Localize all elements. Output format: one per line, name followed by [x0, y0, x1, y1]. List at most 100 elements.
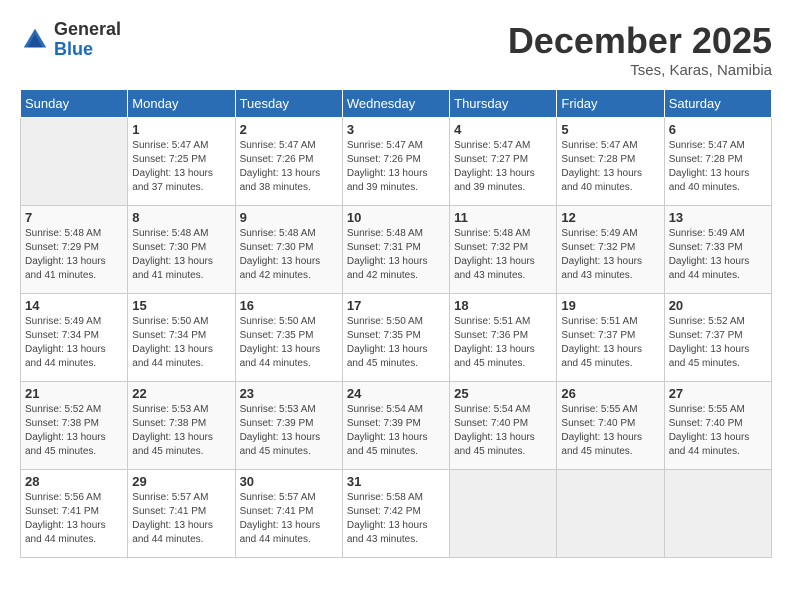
day-number: 3: [347, 122, 445, 137]
day-number: 9: [240, 210, 338, 225]
day-number: 25: [454, 386, 552, 401]
calendar-cell: 28 Sunrise: 5:56 AMSunset: 7:41 PMDayligh…: [21, 470, 128, 558]
day-info: Sunrise: 5:55 AMSunset: 7:40 PMDaylight:…: [669, 403, 767, 459]
day-info: Sunrise: 5:52 AMSunset: 7:38 PMDaylight:…: [25, 403, 123, 459]
day-number: 21: [25, 386, 123, 401]
day-info: Sunrise: 5:47 AMSunset: 7:28 PMDaylight:…: [669, 139, 767, 195]
calendar-cell: 26Sunrise: 5:55 AMSunset: 7:40 PMDayligh…: [557, 382, 664, 470]
day-info: Sunrise: 5:48 AMSunset: 7:29 PMDaylight:…: [25, 227, 123, 283]
day-info: Sunrise: 5:49 AMSunset: 7:34 PMDaylight:…: [25, 315, 123, 371]
day-number: 17: [347, 298, 445, 313]
calendar-cell: 10 Sunrise: 5:48 AMSunset: 7:31 PMDayligh…: [342, 206, 449, 294]
day-number: 28: [25, 474, 123, 489]
calendar-cell: 4Sunrise: 5:47 AMSunset: 7:27 PMDaylight…: [450, 118, 557, 206]
day-number: 10: [347, 210, 445, 225]
day-info: Sunrise: 5:57 AMSunset: 7:41 PMDaylight:…: [132, 491, 230, 547]
calendar-cell: [21, 118, 128, 206]
day-number: 23: [240, 386, 338, 401]
calendar-cell: 16Sunrise: 5:50 AMSunset: 7:35 PMDayligh…: [235, 294, 342, 382]
day-number: 19: [561, 298, 659, 313]
logo-blue: Blue: [54, 40, 121, 60]
day-number: 29: [132, 474, 230, 489]
logo-icon: [20, 25, 50, 55]
calendar-cell: 8Sunrise: 5:48 AMSunset: 7:30 PMDaylight…: [128, 206, 235, 294]
day-number: 18: [454, 298, 552, 313]
calendar-day-header: Thursday: [450, 90, 557, 118]
calendar-cell: 20 Sunrise: 5:52 AMSunset: 7:37 PMDayligh…: [664, 294, 771, 382]
calendar-cell: [557, 470, 664, 558]
calendar-cell: 19 Sunrise: 5:51 AMSunset: 7:37 PMDayligh…: [557, 294, 664, 382]
day-info: Sunrise: 5:56 AMSunset: 7:41 PMDaylight:…: [25, 491, 123, 547]
calendar-table: SundayMondayTuesdayWednesdayThursdayFrid…: [20, 89, 772, 558]
day-info: Sunrise: 5:47 AMSunset: 7:28 PMDaylight:…: [561, 139, 659, 195]
month-title: December 2025: [508, 20, 772, 62]
day-info: Sunrise: 5:52 AMSunset: 7:37 PMDaylight:…: [669, 315, 767, 371]
day-info: Sunrise: 5:58 AMSunset: 7:42 PMDaylight:…: [347, 491, 445, 547]
calendar-cell: 25Sunrise: 5:54 AMSunset: 7:40 PMDayligh…: [450, 382, 557, 470]
day-info: Sunrise: 5:53 AMSunset: 7:39 PMDaylight:…: [240, 403, 338, 459]
day-number: 15: [132, 298, 230, 313]
day-number: 14: [25, 298, 123, 313]
calendar-cell: 13 Sunrise: 5:49 AMSunset: 7:33 PMDayligh…: [664, 206, 771, 294]
day-info: Sunrise: 5:48 AMSunset: 7:31 PMDaylight:…: [347, 227, 445, 283]
day-info: Sunrise: 5:49 AMSunset: 7:33 PMDaylight:…: [669, 227, 767, 283]
calendar-cell: 22 Sunrise: 5:53 AMSunset: 7:38 PMDayligh…: [128, 382, 235, 470]
calendar-day-header: Sunday: [21, 90, 128, 118]
week-row: 21 Sunrise: 5:52 AMSunset: 7:38 PMDayligh…: [21, 382, 772, 470]
calendar-cell: 31Sunrise: 5:58 AMSunset: 7:42 PMDayligh…: [342, 470, 449, 558]
day-number: 30: [240, 474, 338, 489]
day-number: 22: [132, 386, 230, 401]
day-info: Sunrise: 5:49 AMSunset: 7:32 PMDaylight:…: [561, 227, 659, 283]
day-number: 26: [561, 386, 659, 401]
day-number: 20: [669, 298, 767, 313]
day-info: Sunrise: 5:47 AMSunset: 7:26 PMDaylight:…: [240, 139, 338, 195]
calendar-cell: 30 Sunrise: 5:57 AMSunset: 7:41 PMDayligh…: [235, 470, 342, 558]
day-number: 8: [132, 210, 230, 225]
day-number: 24: [347, 386, 445, 401]
calendar-day-header: Saturday: [664, 90, 771, 118]
logo-general: General: [54, 20, 121, 40]
day-number: 7: [25, 210, 123, 225]
day-info: Sunrise: 5:54 AMSunset: 7:39 PMDaylight:…: [347, 403, 445, 459]
day-number: 12: [561, 210, 659, 225]
calendar-cell: 14 Sunrise: 5:49 AMSunset: 7:34 PMDayligh…: [21, 294, 128, 382]
calendar-cell: 23 Sunrise: 5:53 AMSunset: 7:39 PMDayligh…: [235, 382, 342, 470]
location: Tses, Karas, Namibia: [508, 62, 772, 79]
day-info: Sunrise: 5:50 AMSunset: 7:35 PMDaylight:…: [240, 315, 338, 371]
calendar-cell: 2Sunrise: 5:47 AMSunset: 7:26 PMDaylight…: [235, 118, 342, 206]
day-info: Sunrise: 5:51 AMSunset: 7:37 PMDaylight:…: [561, 315, 659, 371]
logo: General Blue: [20, 20, 121, 60]
calendar-cell: 5 Sunrise: 5:47 AMSunset: 7:28 PMDaylight…: [557, 118, 664, 206]
calendar-cell: 27 Sunrise: 5:55 AMSunset: 7:40 PMDayligh…: [664, 382, 771, 470]
page-header: General Blue December 2025 Tses, Karas, …: [20, 20, 772, 79]
calendar-cell: 29 Sunrise: 5:57 AMSunset: 7:41 PMDayligh…: [128, 470, 235, 558]
calendar-cell: 7 Sunrise: 5:48 AMSunset: 7:29 PMDaylight…: [21, 206, 128, 294]
day-info: Sunrise: 5:48 AMSunset: 7:30 PMDaylight:…: [240, 227, 338, 283]
title-section: December 2025 Tses, Karas, Namibia: [508, 20, 772, 79]
calendar-day-header: Friday: [557, 90, 664, 118]
day-number: 6: [669, 122, 767, 137]
week-row: 1 Sunrise: 5:47 AMSunset: 7:25 PMDaylight…: [21, 118, 772, 206]
calendar-cell: 15Sunrise: 5:50 AMSunset: 7:34 PMDayligh…: [128, 294, 235, 382]
calendar-cell: 24 Sunrise: 5:54 AMSunset: 7:39 PMDayligh…: [342, 382, 449, 470]
day-info: Sunrise: 5:53 AMSunset: 7:38 PMDaylight:…: [132, 403, 230, 459]
calendar-cell: [664, 470, 771, 558]
day-number: 5: [561, 122, 659, 137]
calendar-day-header: Tuesday: [235, 90, 342, 118]
calendar-cell: 18 Sunrise: 5:51 AMSunset: 7:36 PMDayligh…: [450, 294, 557, 382]
calendar-cell: [450, 470, 557, 558]
day-info: Sunrise: 5:57 AMSunset: 7:41 PMDaylight:…: [240, 491, 338, 547]
day-number: 11: [454, 210, 552, 225]
calendar-cell: 3Sunrise: 5:47 AMSunset: 7:26 PMDaylight…: [342, 118, 449, 206]
calendar-cell: 21 Sunrise: 5:52 AMSunset: 7:38 PMDayligh…: [21, 382, 128, 470]
day-info: Sunrise: 5:51 AMSunset: 7:36 PMDaylight:…: [454, 315, 552, 371]
day-number: 27: [669, 386, 767, 401]
logo-text: General Blue: [54, 20, 121, 60]
week-row: 14 Sunrise: 5:49 AMSunset: 7:34 PMDayligh…: [21, 294, 772, 382]
week-row: 7 Sunrise: 5:48 AMSunset: 7:29 PMDaylight…: [21, 206, 772, 294]
day-info: Sunrise: 5:48 AMSunset: 7:32 PMDaylight:…: [454, 227, 552, 283]
day-info: Sunrise: 5:47 AMSunset: 7:25 PMDaylight:…: [132, 139, 230, 195]
day-number: 13: [669, 210, 767, 225]
day-number: 1: [132, 122, 230, 137]
day-number: 4: [454, 122, 552, 137]
